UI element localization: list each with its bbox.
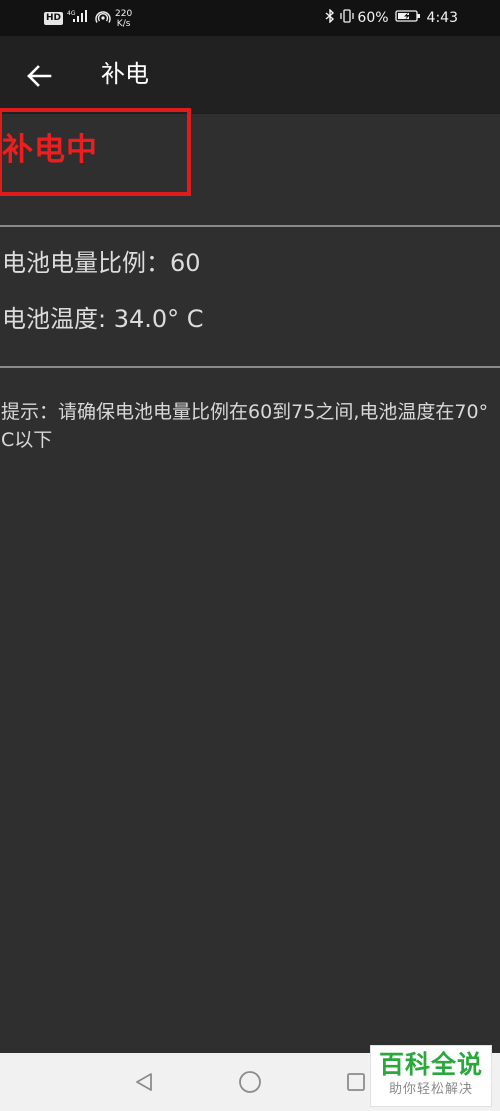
battery-percent: 60% xyxy=(357,10,389,26)
watermark-logo: 百科全说 助你轻松解决 xyxy=(370,1045,492,1107)
circle-home-icon xyxy=(239,1071,261,1093)
signal-icon: 4G xyxy=(67,9,91,27)
status-bar: HD 4G 220 K/s 60% 4:43 xyxy=(0,0,500,36)
hotspot-icon xyxy=(95,9,111,27)
network-type-label: 4G xyxy=(67,10,76,17)
divider xyxy=(0,225,500,227)
battery-temperature-value: 34.0° C xyxy=(113,305,204,333)
battery-temperature-row: 电池温度: 34.0° C xyxy=(2,302,204,336)
page-title: 补电 xyxy=(101,60,149,88)
hd-icon: HD xyxy=(44,11,64,25)
app-bar: 补电 xyxy=(0,36,500,114)
network-speed-value: 220 xyxy=(115,8,133,19)
watermark-subtitle: 助你轻松解决 xyxy=(388,1082,473,1097)
charging-status: 补电中 xyxy=(2,132,98,168)
battery-temperature-label: 电池温度: xyxy=(2,305,107,333)
watermark-title: 百科全说 xyxy=(378,1050,483,1079)
arrow-left-icon xyxy=(27,65,52,87)
back-button[interactable] xyxy=(22,59,56,93)
battery-level-row: 电池电量比例：60 xyxy=(2,246,201,280)
nav-home-button[interactable] xyxy=(236,1068,264,1096)
triangle-back-icon xyxy=(136,1073,152,1091)
vibrate-icon xyxy=(339,9,355,27)
bluetooth-icon xyxy=(325,8,335,27)
divider xyxy=(0,366,500,368)
nav-recents-button[interactable] xyxy=(342,1068,370,1096)
square-recents-icon xyxy=(347,1073,365,1091)
battery-charging-icon xyxy=(394,9,421,27)
status-clock: 4:43 xyxy=(426,10,458,26)
battery-level-label: 电池电量比例： xyxy=(2,249,170,277)
status-bar-left: HD 4G 220 K/s xyxy=(44,0,132,36)
network-speed: 220 K/s xyxy=(115,9,132,29)
status-bar-right: 60% 4:43 xyxy=(325,0,458,36)
hint-text: 提示：请确保电池电量比例在60到75之间,电池温度在70° C以下 xyxy=(1,401,489,451)
nav-back-button[interactable] xyxy=(130,1068,158,1096)
battery-level-value: 60 xyxy=(170,249,201,277)
network-speed-unit: K/s xyxy=(116,18,131,29)
